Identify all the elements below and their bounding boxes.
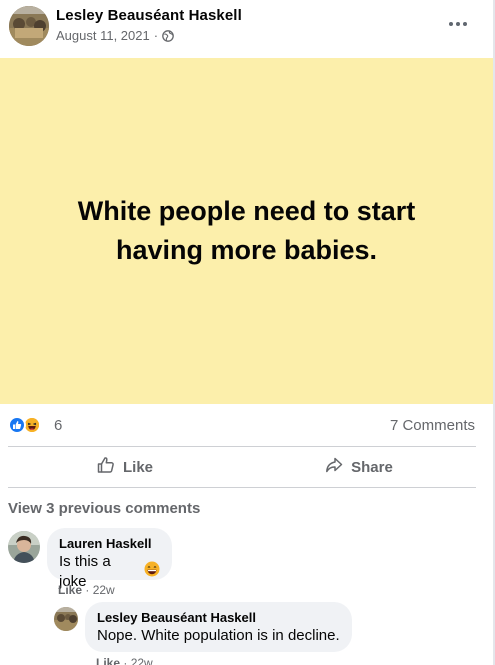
reactions-summary: 6 7 Comments bbox=[0, 405, 493, 445]
post-content-background: White people need to start having more b… bbox=[0, 58, 493, 404]
comment-reply: Lesley Beauséant Haskell Nope. White pop… bbox=[0, 600, 493, 665]
comment-bubble: Lauren Haskell Is this a joke bbox=[47, 528, 172, 590]
comments-count-link[interactable]: 7 Comments bbox=[390, 417, 475, 434]
globe-icon[interactable] bbox=[162, 29, 174, 42]
post-header: Lesley Beauséant Haskell August 11, 2021… bbox=[0, 0, 493, 57]
divider bbox=[8, 487, 476, 488]
comment-bubble: Lesley Beauséant Haskell Nope. White pop… bbox=[85, 602, 352, 652]
comment: Lauren Haskell Is this a joke Like · 22w bbox=[0, 526, 493, 597]
post-meta: August 11, 2021 · bbox=[56, 28, 174, 43]
reaction-icons[interactable] bbox=[8, 416, 41, 434]
commenter-avatar[interactable] bbox=[54, 607, 78, 631]
comment-meta: Like · 22w bbox=[58, 583, 115, 597]
post-date[interactable]: August 11, 2021 bbox=[56, 28, 150, 43]
like-label: Like bbox=[122, 458, 153, 476]
comment-timestamp[interactable]: 22w bbox=[93, 583, 115, 597]
author-name[interactable]: Lesley Beauséant Haskell bbox=[56, 7, 242, 24]
comment-like-link[interactable]: Like bbox=[58, 583, 82, 597]
thumbs-up-icon bbox=[97, 456, 115, 478]
commenter-avatar[interactable] bbox=[8, 531, 40, 563]
like-button[interactable]: Like bbox=[8, 447, 242, 487]
reaction-count[interactable]: 6 bbox=[54, 417, 62, 434]
share-label: Share bbox=[351, 458, 393, 476]
post-actions: Like Share bbox=[8, 447, 476, 487]
commenter-name[interactable]: Lesley Beauséant Haskell bbox=[97, 610, 340, 626]
comment-text: Nope. White population is in decline. bbox=[97, 627, 340, 644]
author-avatar[interactable] bbox=[9, 6, 49, 46]
more-options-icon[interactable] bbox=[444, 12, 472, 36]
grinning-emoji-icon bbox=[144, 561, 160, 583]
comment-timestamp[interactable]: 22w bbox=[131, 656, 153, 665]
meta-separator: · bbox=[153, 28, 159, 43]
post-card: Lesley Beauséant Haskell August 11, 2021… bbox=[0, 0, 495, 665]
view-previous-comments-link[interactable]: View 3 previous comments bbox=[8, 500, 200, 517]
like-reaction-icon bbox=[8, 416, 26, 434]
commenter-name[interactable]: Lauren Haskell bbox=[59, 536, 160, 552]
meta-separator: · bbox=[85, 583, 90, 597]
meta-separator: · bbox=[123, 656, 128, 665]
post-text: White people need to start having more b… bbox=[77, 196, 416, 265]
comment-like-link[interactable]: Like bbox=[96, 656, 120, 665]
share-arrow-icon bbox=[325, 456, 343, 478]
comment-meta: Like · 22w bbox=[96, 656, 153, 665]
share-button[interactable]: Share bbox=[242, 447, 476, 487]
